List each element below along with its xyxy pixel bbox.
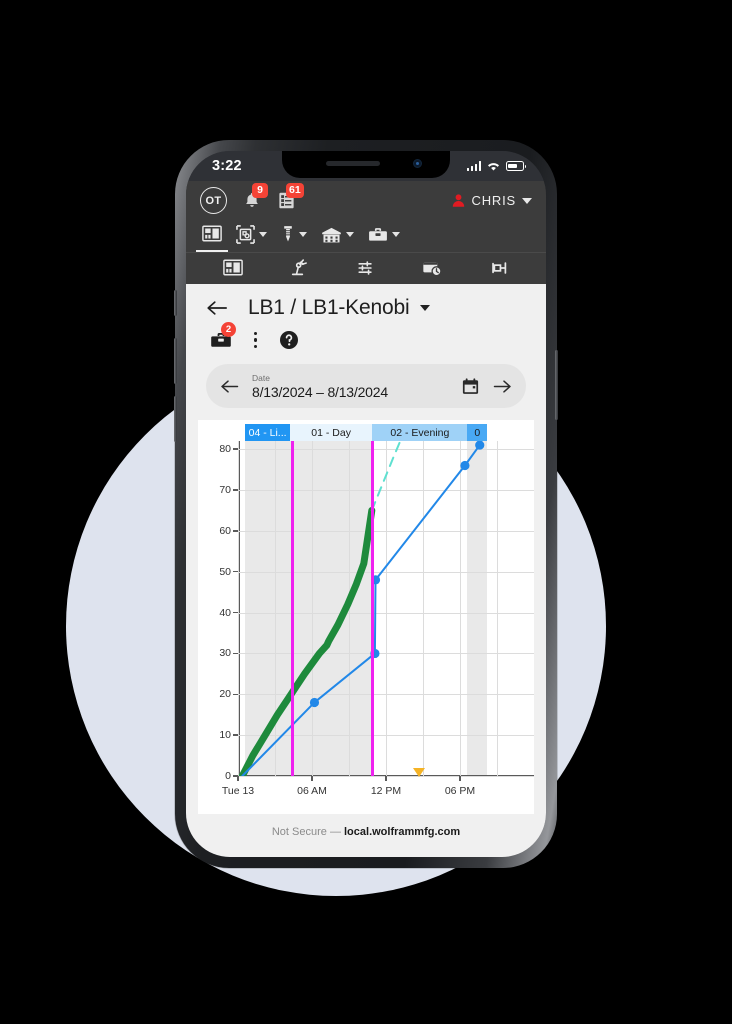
status-bar-clock: 3:22 [212,158,242,174]
shift-band[interactable]: 04 - Li... [245,424,290,441]
help-circle-icon[interactable] [279,330,299,350]
x-axis-tick-mark [459,776,461,781]
line-station-icon [491,261,506,274]
toolbar2-item-schedule[interactable] [422,259,443,277]
status-bar-indicators [466,161,527,172]
settings-sliders-icon [358,260,373,275]
series-data-point[interactable] [460,460,470,471]
shift-change-line [371,441,374,776]
chevron-down-icon[interactable] [259,232,267,237]
phone-volume-down-button [174,396,177,442]
plant-icon [322,227,341,242]
toolbar-item-parts[interactable] [230,221,273,252]
chevron-down-icon [522,197,532,204]
phone-mute-switch [174,290,177,316]
battery-icon [506,161,527,171]
fastener-icon [284,226,292,242]
series-actual-production [238,506,376,776]
date-field-label: Date [252,372,270,383]
schedule-clock-icon [423,261,442,276]
phone-volume-up-button [174,338,177,384]
tasks-badge: 61 [286,183,304,198]
toolbar2-item-dashboard[interactable] [223,259,244,276]
parts-icon [236,225,255,244]
security-status-label: Not Secure [271,826,327,838]
primary-toolbar [186,218,546,252]
x-axis-tick-mark [311,776,313,781]
shift-band[interactable]: 01 - Day [289,424,373,441]
page-toolbox-badge: 2 [221,322,236,337]
toolbox-icon [369,228,387,241]
browser-address-bar[interactable]: Not Secure — local.wolframmfg.com [186,814,546,838]
user-name-label: CHRIS [471,193,516,208]
phone-screen: 3:22 OT 9 61 CHRIS LB1 / LB1-Kenobi 2 Da… [186,151,546,857]
series-data-point[interactable] [309,697,320,708]
kebab-menu-icon[interactable] [254,332,258,348]
toolbar-item-plant[interactable] [315,222,360,252]
toolbar-item-dashboard[interactable] [196,221,228,252]
x-axis-tick-mark [385,776,387,781]
date-prev-button[interactable] [220,378,240,395]
earpiece-speaker [326,161,380,166]
shift-change-line [291,441,294,776]
chevron-down-icon[interactable] [392,232,400,237]
toolbar-item-fastener[interactable] [275,221,313,252]
machine-arm-icon [291,259,307,276]
dashboard-icon [223,259,244,276]
phone-notch [282,151,450,178]
host-label: local.wolframmfg.com [344,826,461,838]
phone-power-button [555,350,558,420]
chevron-down-icon[interactable] [420,305,431,311]
toolbar2-item-line-station[interactable] [490,259,509,277]
page-action-row: 2 [186,322,546,360]
dashboard-icon [202,225,222,242]
date-field-value: 8/13/2024 – 8/13/2024 [252,383,388,400]
arrow-left-icon[interactable] [206,299,228,317]
phone-device-frame: 3:22 OT 9 61 CHRIS LB1 / LB1-Kenobi 2 Da… [174,140,558,868]
shift-band-row: 04 - Li... 01 - Day 02 - Evening 0 [198,424,534,441]
page-toolbox-button[interactable]: 2 [210,322,236,349]
notifications-badge: 9 [252,183,268,198]
cellular-bars-icon [466,161,481,171]
date-next-button[interactable] [492,378,512,395]
user-menu[interactable]: CHRIS [451,193,532,208]
now-time-marker [413,768,426,777]
screenshot-root: 3:22 OT 9 61 CHRIS LB1 / LB1-Kenobi 2 Da… [0,0,732,1024]
chevron-down-icon[interactable] [299,232,307,237]
toolbar2-item-settings[interactable] [356,259,375,277]
shift-band[interactable]: 0 [467,424,488,441]
secondary-toolbar [186,252,546,284]
separator: — [329,826,341,838]
page-title: LB1 / LB1-Kenobi [248,296,410,319]
page-title-row: LB1 / LB1-Kenobi [186,284,546,326]
wifi-icon [488,162,499,171]
notifications-button[interactable]: 9 [243,183,268,210]
chevron-down-icon[interactable] [346,232,354,237]
front-camera-icon [413,159,422,168]
x-axis-tick-mark [237,776,239,781]
app-header-left: OT 9 61 [200,183,304,214]
series-projection [370,441,402,512]
chart-series-layer [238,441,485,776]
app-header: OT 9 61 CHRIS [186,181,546,218]
toolbar2-item-machine-arm[interactable] [290,258,310,277]
person-icon [452,194,464,207]
shift-band[interactable]: 02 - Evening [372,424,468,441]
date-range-input[interactable]: Date 8/13/2024 – 8/13/2024 [252,373,449,400]
page-content: LB1 / LB1-Kenobi 2 Date 8/13/2024 – 8/13… [186,284,546,857]
production-chart[interactable]: 04 - Li... 01 - Day 02 - Evening 0 0 10 20 30 4… [198,420,534,814]
calendar-icon[interactable] [461,377,480,396]
chart-plot-area: 0 10 20 30 40 50 60 70 80 Tue 13 06 AM 12 PM 06 PM [219,441,534,797]
app-logo[interactable]: OT [200,187,227,214]
date-range-control: Date 8/13/2024 – 8/13/2024 [186,360,546,420]
toolbar-item-toolbox[interactable] [362,222,406,251]
series-target [241,444,481,776]
tasks-button[interactable]: 61 [277,183,304,210]
